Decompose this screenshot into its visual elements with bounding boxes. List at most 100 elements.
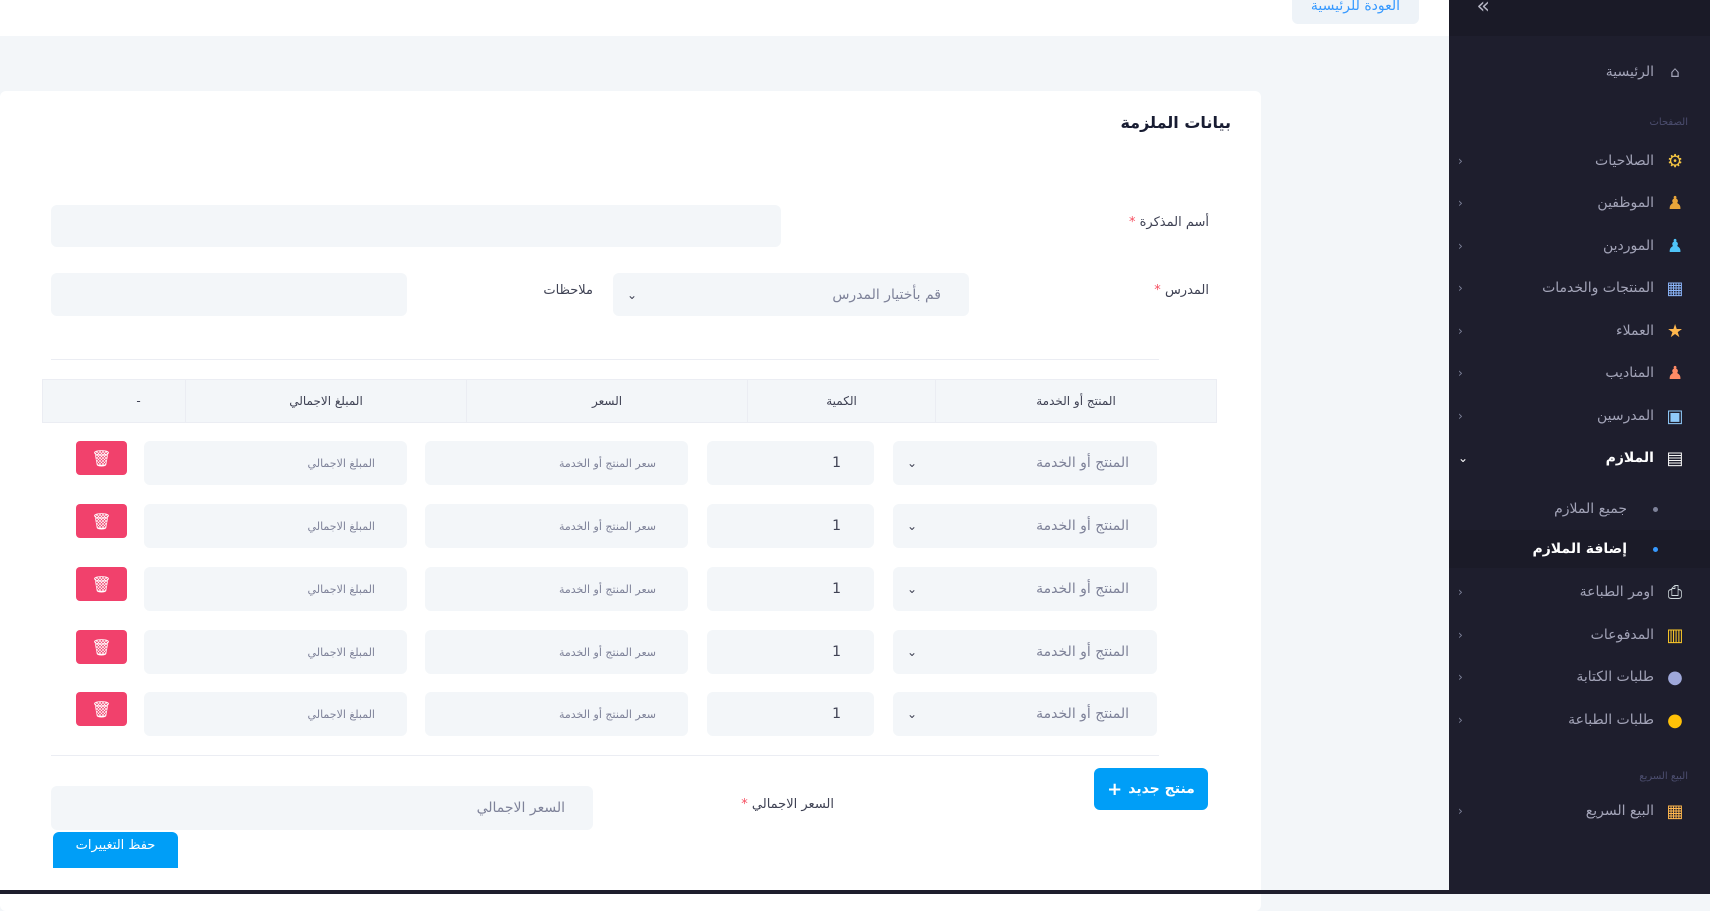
teacher-label: المدرس *	[1154, 283, 1209, 298]
bullet-icon	[1653, 506, 1658, 512]
trash-icon: 🗑	[91, 511, 112, 531]
sidebar-subitem-all-booklets[interactable]: جميع الملازم	[1554, 496, 1658, 522]
sidebar-subitem-add-booklet[interactable]: إضافة الملازم	[1532, 536, 1658, 562]
price-input[interactable]: سعر المنتج أو الخدمة	[425, 441, 688, 485]
th-price: السعر	[466, 380, 747, 422]
employees-icon: ♟	[1666, 192, 1684, 214]
total-input[interactable]: المبلغ الاجمالي	[144, 441, 407, 485]
product-select[interactable]: المنتج أو الخدمة ⌄	[893, 692, 1157, 736]
sidebar-section-quick-sale: البيع السريع	[1639, 771, 1688, 782]
th-quantity: الكمية	[747, 380, 935, 422]
products-icon: ▦	[1666, 277, 1684, 299]
trash-icon: 🗑	[91, 574, 112, 594]
price-input[interactable]: سعر المنتج أو الخدمة	[425, 567, 688, 611]
chevron-left-icon: ‹	[1458, 628, 1463, 642]
memo-name-label: أسم المذكرة *	[1128, 215, 1209, 230]
sidebar-item-delegates[interactable]: ♟ المناديب ‹	[1458, 355, 1688, 391]
sidebar-item-writing-requests[interactable]: ● طلبات الكتابة ‹	[1458, 659, 1688, 695]
chevron-left-icon: ‹	[1458, 670, 1463, 684]
quantity-input[interactable]: 1	[707, 567, 874, 611]
sidebar-item-print-requests[interactable]: ● طلبات الطباعة ‹	[1458, 702, 1688, 738]
chevron-down-icon: ⌄	[1458, 451, 1469, 465]
top-bar: العودة للرئيسية	[0, 0, 1449, 36]
sidebar-item-payments[interactable]: ▥ المدفوعات ‹	[1458, 617, 1688, 653]
trash-icon: 🗑	[91, 699, 112, 719]
total-price-input[interactable]: السعر الاجمالي	[51, 786, 593, 830]
add-product-button[interactable]: منتج جديد +	[1094, 768, 1208, 810]
suppliers-icon: ♟	[1666, 235, 1684, 257]
permissions-icon: ⚙	[1666, 150, 1684, 172]
price-input[interactable]: سعر المنتج أو الخدمة	[425, 630, 688, 674]
price-input[interactable]: سعر المنتج أو الخدمة	[425, 692, 688, 736]
delete-row-button[interactable]: 🗑	[76, 504, 127, 538]
sidebar-item-products[interactable]: ▦ المنتجات والخدمات ‹	[1458, 270, 1688, 306]
product-select[interactable]: المنتج أو الخدمة ⌄	[893, 567, 1157, 611]
bullet-icon	[1653, 546, 1658, 552]
products-table-header: المنتج أو الخدمة الكمية السعر المبلغ الا…	[42, 379, 1217, 423]
chevron-left-icon: ‹	[1458, 804, 1463, 818]
quantity-input[interactable]: 1	[707, 630, 874, 674]
bottom-edge	[0, 890, 1449, 894]
clients-icon: ★	[1666, 320, 1684, 342]
notes-input[interactable]	[51, 273, 407, 316]
divider	[51, 755, 1159, 756]
save-button[interactable]: حفظ التغييرات	[53, 832, 178, 868]
trash-icon: 🗑	[91, 637, 112, 657]
double-chevron-icon[interactable]: »	[1477, 0, 1490, 19]
memo-name-input[interactable]	[51, 205, 781, 247]
sidebar-item-employees[interactable]: ♟ الموظفين ‹	[1458, 185, 1688, 221]
quantity-input[interactable]: 1	[707, 692, 874, 736]
divider	[51, 359, 1159, 360]
sidebar-item-print-orders[interactable]: ⎙ اومر الطباعة ‹	[1458, 574, 1688, 610]
quick-sale-icon: ▦	[1666, 800, 1684, 822]
chevron-left-icon: ‹	[1458, 713, 1463, 727]
total-input[interactable]: المبلغ الاجمالي	[144, 630, 407, 674]
total-price-label: السعر الاجمالي *	[741, 797, 834, 812]
delete-row-button[interactable]: 🗑	[76, 567, 127, 601]
payments-icon: ▥	[1666, 624, 1684, 646]
quantity-input[interactable]: 1	[707, 504, 874, 548]
chevron-left-icon: ‹	[1458, 239, 1463, 253]
sidebar-item-booklets[interactable]: ▤ الملازم ⌄	[1458, 440, 1688, 476]
total-input[interactable]: المبلغ الاجمالي	[144, 504, 407, 548]
booklets-icon: ▤	[1666, 447, 1684, 469]
sidebar-item-suppliers[interactable]: ♟ الموردين ‹	[1458, 228, 1688, 264]
delegates-icon: ♟	[1666, 362, 1684, 384]
sidebar-item-quick-sale[interactable]: ▦ البيع السريع ‹	[1458, 793, 1688, 829]
printer-icon: ⎙	[1667, 581, 1683, 603]
chevron-down-icon: ⌄	[907, 707, 918, 721]
th-actions: -	[136, 394, 141, 408]
teachers-icon: ▣	[1666, 405, 1684, 427]
chevron-down-icon: ⌄	[907, 519, 918, 533]
chevron-left-icon: ‹	[1458, 366, 1463, 380]
product-select[interactable]: المنتج أو الخدمة ⌄	[893, 504, 1157, 548]
product-select[interactable]: المنتج أو الخدمة ⌄	[893, 630, 1157, 674]
th-total: المبلغ الاجمالي	[185, 380, 466, 422]
product-select[interactable]: المنتج أو الخدمة ⌄	[893, 441, 1157, 485]
quantity-input[interactable]: 1	[707, 441, 874, 485]
back-home-button[interactable]: العودة للرئيسية	[1292, 0, 1419, 24]
card-title: بيانات الملزمة	[1120, 113, 1231, 132]
writing-requests-icon: ●	[1667, 666, 1683, 688]
delete-row-button[interactable]: 🗑	[76, 692, 127, 726]
chevron-left-icon: ‹	[1458, 196, 1463, 210]
price-input[interactable]: سعر المنتج أو الخدمة	[425, 504, 688, 548]
chevron-left-icon: ‹	[1458, 154, 1463, 168]
sidebar-item-teachers[interactable]: ▣ المدرسين ‹	[1458, 398, 1688, 434]
total-input[interactable]: المبلغ الاجمالي	[144, 567, 407, 611]
sidebar-item-home[interactable]: ⌂ الرئيسية	[1458, 54, 1688, 90]
print-requests-icon: ●	[1667, 709, 1683, 731]
trash-icon: 🗑	[91, 448, 112, 468]
sidebar: » ⌂ الرئيسية الصفحات ⚙ الصلاحيات ‹ ♟ الم…	[1449, 0, 1710, 894]
chevron-left-icon: ‹	[1458, 409, 1463, 423]
chevron-left-icon: ‹	[1458, 324, 1463, 338]
home-icon: ⌂	[1670, 63, 1680, 81]
booklet-form-card: بيانات الملزمة أسم المذكرة * المدرس * قم…	[0, 91, 1261, 911]
sidebar-item-clients[interactable]: ★ العملاء ‹	[1458, 313, 1688, 349]
teacher-select[interactable]: قم بأختيار المدرس ⌄	[613, 273, 969, 316]
plus-icon: +	[1107, 778, 1123, 800]
sidebar-item-permissions[interactable]: ⚙ الصلاحيات ‹	[1458, 143, 1688, 179]
delete-row-button[interactable]: 🗑	[76, 441, 127, 475]
total-input[interactable]: المبلغ الاجمالي	[144, 692, 407, 736]
delete-row-button[interactable]: 🗑	[76, 630, 127, 664]
